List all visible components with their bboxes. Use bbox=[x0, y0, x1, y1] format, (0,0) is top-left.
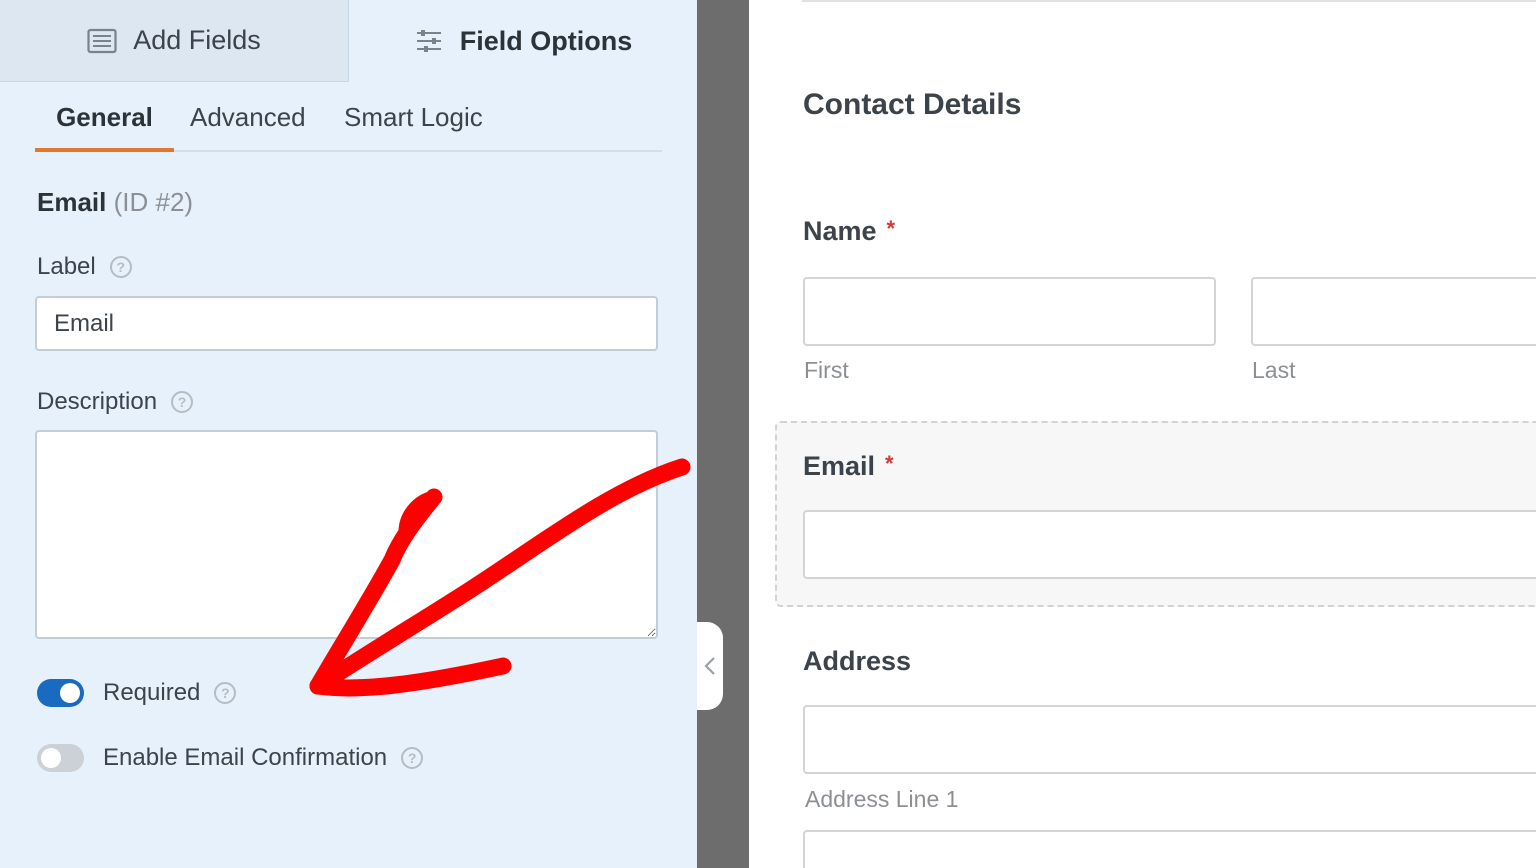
help-icon[interactable]: ? bbox=[171, 391, 194, 413]
description-caption: Description bbox=[37, 388, 158, 415]
subtab-advanced[interactable]: Advanced bbox=[190, 102, 306, 152]
help-icon[interactable]: ? bbox=[401, 747, 424, 769]
tab-add-fields-label: Add Fields bbox=[133, 25, 261, 55]
field-options-subtabs: General Advanced Smart Logic bbox=[35, 82, 662, 152]
subtab-general[interactable]: General bbox=[35, 102, 174, 152]
name-last-input[interactable] bbox=[1251, 277, 1536, 346]
required-star: * bbox=[885, 451, 894, 476]
tab-field-options[interactable]: Field Options bbox=[349, 0, 697, 82]
name-field-label: Name * bbox=[803, 216, 895, 247]
description-caption-row: Description ? bbox=[37, 388, 194, 416]
name-first-input[interactable] bbox=[803, 277, 1216, 346]
help-icon[interactable]: ? bbox=[109, 256, 132, 278]
divider-line bbox=[802, 0, 1536, 2]
required-toggle[interactable] bbox=[37, 679, 84, 707]
label-caption: Label bbox=[37, 253, 96, 280]
field-options-panel: Add Fields Field Options General Advance… bbox=[0, 0, 697, 868]
subtab-smart-logic[interactable]: Smart Logic bbox=[344, 102, 483, 152]
tab-field-options-label: Field Options bbox=[459, 25, 633, 56]
email-input[interactable] bbox=[803, 510, 1536, 579]
toggle-knob bbox=[41, 748, 61, 768]
name-label-text: Name bbox=[803, 216, 877, 246]
label-caption-row: Label ? bbox=[37, 253, 132, 281]
email-confirmation-toggle-row: Enable Email Confirmation ? bbox=[37, 744, 424, 772]
toggle-knob bbox=[60, 683, 80, 703]
panel-divider bbox=[697, 0, 749, 868]
email-confirmation-label: Enable Email Confirmation bbox=[103, 744, 388, 771]
address-line1-input[interactable] bbox=[803, 705, 1536, 774]
required-star: * bbox=[886, 216, 896, 241]
field-id: (ID #2) bbox=[113, 187, 194, 217]
form-preview: Contact Details Name * First Last Email * … bbox=[749, 0, 1536, 868]
email-label-text: Email bbox=[803, 451, 876, 481]
first-sublabel: First bbox=[804, 357, 849, 383]
field-heading: Email (ID #2) bbox=[37, 187, 193, 218]
description-textarea[interactable] bbox=[35, 430, 658, 639]
email-confirmation-toggle[interactable] bbox=[37, 744, 84, 772]
label-input[interactable] bbox=[35, 296, 658, 351]
address-line2-input[interactable] bbox=[803, 830, 1536, 868]
address-line1-sublabel: Address Line 1 bbox=[805, 786, 959, 812]
tab-add-fields[interactable]: Add Fields bbox=[0, 0, 349, 82]
chevron-left-icon bbox=[704, 657, 715, 675]
collapse-panel-button[interactable] bbox=[697, 622, 723, 710]
section-title: Contact Details bbox=[803, 88, 1022, 121]
last-sublabel: Last bbox=[1252, 357, 1296, 383]
address-field-label: Address bbox=[803, 646, 912, 676]
field-name: Email bbox=[37, 187, 107, 217]
list-icon bbox=[87, 28, 117, 53]
help-icon[interactable]: ? bbox=[214, 682, 237, 704]
required-label: Required bbox=[103, 679, 201, 706]
required-toggle-row: Required ? bbox=[37, 679, 237, 707]
sliders-icon bbox=[416, 30, 441, 52]
email-field-label: Email * bbox=[803, 451, 894, 482]
